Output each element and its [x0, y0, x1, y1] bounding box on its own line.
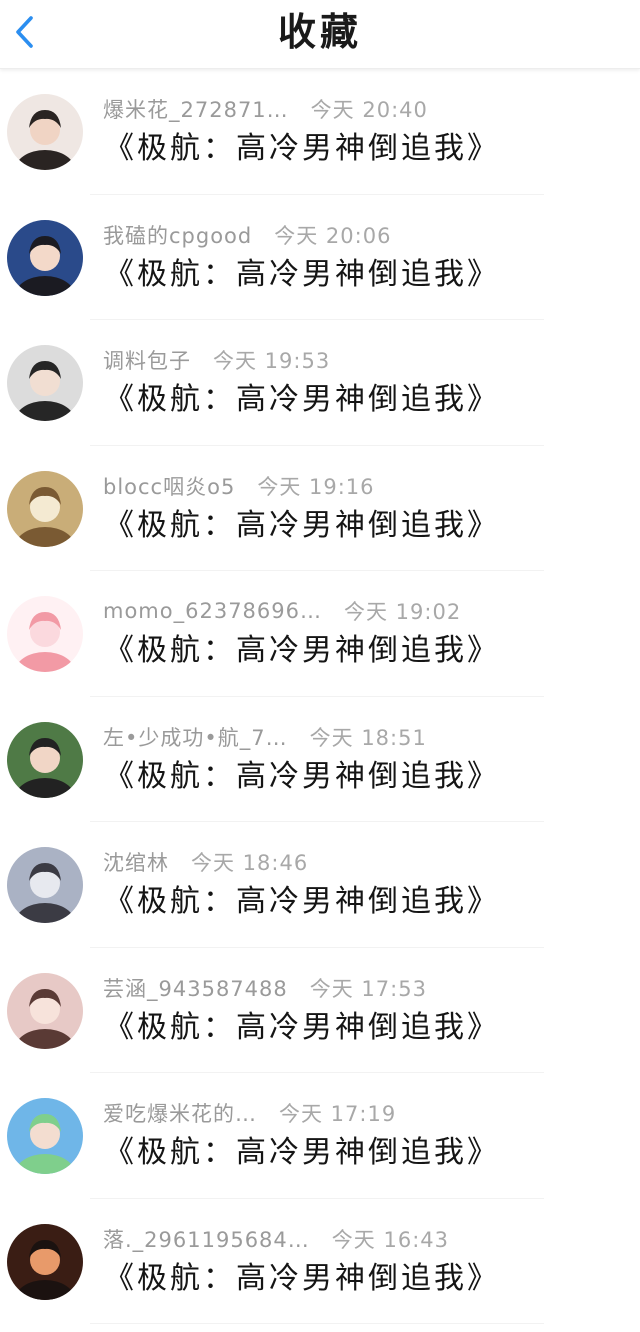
avatar — [7, 219, 83, 296]
avatar — [7, 847, 83, 923]
item-meta: 爱吃爆米花的… 今天 17:19 — [103, 1098, 396, 1128]
book-title: 《极航：高冷男神倒追我》 — [104, 507, 500, 543]
avatar-image — [7, 345, 83, 421]
avatar-image — [7, 470, 83, 547]
username: 芸涵_943587488 — [103, 976, 288, 1001]
avatar-image — [7, 596, 83, 672]
username: momo_62378696… — [103, 599, 322, 623]
avatar-image — [7, 1098, 83, 1174]
item-meta: momo_62378696… 今天 19:02 — [103, 596, 461, 626]
item-meta: 芸涵_943587488 今天 17:53 — [103, 973, 427, 1003]
username: 左•少成功•航_7… — [103, 725, 288, 750]
username: 沈绾林 — [103, 851, 169, 875]
avatar-image — [7, 219, 83, 296]
item-meta: 调料包子 今天 19:53 — [103, 345, 330, 375]
item-meta: 沈绾林 今天 18:46 — [103, 847, 308, 877]
item-meta: 我磕的cpgood 今天 20:06 — [103, 220, 391, 250]
avatar — [7, 1098, 83, 1174]
avatar — [7, 972, 83, 1049]
divider — [90, 1323, 544, 1324]
list-item[interactable]: 左•少成功•航_7… 今天 18:51 《极航：高冷男神倒追我》 — [0, 697, 640, 822]
avatar — [7, 596, 83, 672]
page-title: 收藏 — [277, 10, 362, 54]
book-title: 《极航：高冷男神倒追我》 — [104, 633, 500, 668]
timestamp: 今天 20:06 — [274, 223, 392, 248]
timestamp: 今天 17:53 — [309, 976, 427, 1001]
username: 我磕的cpgood — [103, 223, 253, 248]
avatar-image — [7, 1223, 83, 1300]
username: 爆米花_272871… — [103, 98, 289, 122]
book-title: 《极航：高冷男神倒追我》 — [104, 1009, 500, 1045]
list-item[interactable]: blocc咽炎o5 今天 19:16 《极航：高冷男神倒追我》 — [0, 446, 640, 571]
timestamp: 今天 19:53 — [213, 349, 331, 373]
timestamp: 今天 18:51 — [309, 725, 427, 750]
avatar — [7, 345, 83, 421]
username: 爱吃爆米花的… — [103, 1102, 257, 1126]
timestamp: 今天 16:43 — [331, 1227, 449, 1252]
list-item[interactable]: 爱吃爆米花的… 今天 17:19 《极航：高冷男神倒追我》 — [0, 1073, 640, 1199]
timestamp: 今天 17:19 — [279, 1102, 397, 1126]
book-title: 《极航：高冷男神倒追我》 — [104, 758, 500, 794]
book-title: 《极航：高冷男神倒追我》 — [104, 1135, 500, 1170]
favorites-list: 爆米花_272871… 今天 20:40 《极航：高冷男神倒追我》 我磕的cpg… — [0, 69, 640, 1324]
avatar — [7, 94, 83, 170]
list-item[interactable]: 我磕的cpgood 今天 20:06 《极航：高冷男神倒追我》 — [0, 195, 640, 320]
book-title: 《极航：高冷男神倒追我》 — [104, 884, 500, 919]
list-item[interactable]: 芸涵_943587488 今天 17:53 《极航：高冷男神倒追我》 — [0, 948, 640, 1073]
timestamp: 今天 20:40 — [310, 98, 428, 122]
item-meta: 左•少成功•航_7… 今天 18:51 — [103, 722, 427, 752]
timestamp: 今天 19:16 — [257, 474, 375, 499]
avatar — [7, 1223, 83, 1300]
timestamp: 今天 18:46 — [191, 851, 309, 875]
book-title: 《极航：高冷男神倒追我》 — [104, 131, 500, 166]
timestamp: 今天 19:02 — [344, 600, 462, 624]
username: 调料包子 — [103, 349, 191, 373]
list-item[interactable]: 沈绾林 今天 18:46 《极航：高冷男神倒追我》 — [0, 822, 640, 948]
book-title: 《极航：高冷男神倒追我》 — [104, 382, 500, 417]
username: blocc咽炎o5 — [103, 474, 236, 499]
item-meta: 爆米花_272871… 今天 20:40 — [103, 94, 428, 124]
avatar — [7, 721, 83, 798]
item-meta: blocc咽炎o5 今天 19:16 — [103, 471, 375, 501]
avatar-image — [7, 972, 83, 1049]
list-item[interactable]: 爆米花_272871… 今天 20:40 《极航：高冷男神倒追我》 — [0, 69, 640, 195]
book-title: 《极航：高冷男神倒追我》 — [104, 1260, 500, 1296]
username: 落._2961195684… — [103, 1227, 310, 1252]
list-item[interactable]: momo_62378696… 今天 19:02 《极航：高冷男神倒追我》 — [0, 571, 640, 697]
nav-bar: 收藏 — [0, 0, 640, 69]
avatar-image — [7, 94, 83, 170]
book-title: 《极航：高冷男神倒追我》 — [104, 256, 500, 292]
list-item[interactable]: 调料包子 今天 19:53 《极航：高冷男神倒追我》 — [0, 320, 640, 446]
avatar-image — [7, 721, 83, 798]
avatar-image — [7, 847, 83, 923]
list-item[interactable]: 落._2961195684… 今天 16:43 《极航：高冷男神倒追我》 — [0, 1199, 640, 1324]
avatar — [7, 470, 83, 547]
item-meta: 落._2961195684… 今天 16:43 — [103, 1224, 449, 1254]
